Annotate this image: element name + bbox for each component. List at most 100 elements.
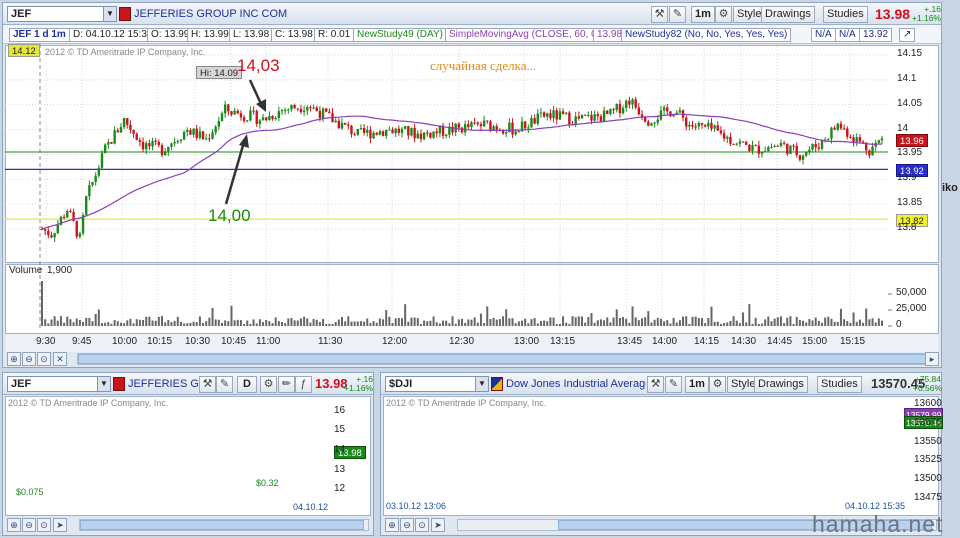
x-tick-label: 13:00 <box>514 336 540 347</box>
zoom-in-icon[interactable]: ⊕ <box>7 352 21 366</box>
bl-date-label: 04.10.12 <box>293 502 329 512</box>
wrench-icon[interactable]: ✎ <box>216 376 233 393</box>
zoom-out-icon[interactable]: ⊖ <box>400 518 414 532</box>
info-period[interactable]: JEF 1 d 1m <box>9 28 70 42</box>
tools-icon[interactable]: ⚒ <box>651 6 668 23</box>
wrench-icon[interactable]: ✎ <box>665 376 682 393</box>
y-tick-label: 14.15 <box>897 47 923 59</box>
volume-value: 1,900 <box>47 265 73 276</box>
bl-price-change: +.16 +1.16% <box>343 374 373 393</box>
br-interval-button[interactable]: 1m <box>685 376 709 393</box>
bl-y-tick-label: 16 <box>334 404 346 416</box>
br-date-right: 04.10.12 15:35 <box>845 501 906 511</box>
wrench-icon[interactable]: ✎ <box>669 6 686 23</box>
info-low: L: 13.98 <box>229 28 274 42</box>
zoom-fit-icon[interactable]: ⊙ <box>37 518 51 532</box>
br-drawings-button[interactable]: Drawings <box>754 376 808 393</box>
tools-icon[interactable]: ⚒ <box>199 376 216 393</box>
x-tick-label: 11:00 <box>256 336 281 347</box>
price-plot-area[interactable] <box>5 45 939 263</box>
zoom-out-icon[interactable]: ⊖ <box>22 352 36 366</box>
bl-y-tick-label: 12 <box>334 483 346 495</box>
x-tick-label: 12:30 <box>449 336 475 347</box>
x-tick-label: 10:30 <box>185 336 211 347</box>
scroll-right-icon[interactable]: ▸ <box>925 352 939 366</box>
chevron-down-icon[interactable]: ▼ <box>475 377 488 391</box>
x-tick-label: 10:00 <box>112 336 138 347</box>
last-price: 13.98 <box>875 6 911 22</box>
br-y-tick-label: 13575 <box>914 417 942 429</box>
x-tick-label: 9:45 <box>72 336 92 347</box>
x-tick-label: 14:30 <box>731 336 757 347</box>
price-change: +.16 +1.16% <box>911 4 941 23</box>
bl-symbol-input[interactable]: JEF ▼ <box>7 376 111 392</box>
link-color-icon[interactable] <box>119 7 131 21</box>
main-scrollbar[interactable] <box>77 353 932 365</box>
zoom-in-icon[interactable]: ⊕ <box>7 518 21 532</box>
tools-icon[interactable]: ⚒ <box>647 376 664 393</box>
study-na-2: N/A <box>835 28 860 42</box>
settings-icon[interactable]: ⚙ <box>709 376 726 393</box>
symbol-input[interactable]: JEF ▼ <box>7 6 117 22</box>
zoom-in-icon[interactable]: ⊕ <box>385 518 399 532</box>
br-symbol-input[interactable]: $DJI ▼ <box>385 376 489 392</box>
br-price-change: +75.84 +0.56% <box>913 374 943 393</box>
br-y-tick-label: 13475 <box>914 491 942 503</box>
x-tick-label: 13:45 <box>617 336 643 347</box>
studies-icon[interactable]: ƒ <box>295 376 312 393</box>
study-na-1: N/A <box>811 28 836 42</box>
study-newstudy82[interactable]: NewStudy82 (No, No, Yes, Yes, Yes) <box>621 28 792 42</box>
zoom-out-icon[interactable]: ⊖ <box>22 518 36 532</box>
x-tick-label: 10:15 <box>147 336 173 347</box>
bl-scroll-thumb[interactable] <box>80 520 364 530</box>
bl-y-tick-label: 15 <box>334 424 346 436</box>
bl-plot-area[interactable] <box>5 396 371 516</box>
annotation-high: 14,03 <box>237 56 280 75</box>
studies-expand-icon[interactable]: ↗ <box>899 28 915 42</box>
link-color-icon[interactable] <box>113 377 125 391</box>
zoom-fit-icon[interactable]: ⊙ <box>415 518 429 532</box>
x-tick-label: 14:15 <box>694 336 720 347</box>
br-y-tick-label: 13500 <box>914 472 942 484</box>
vol-tick-label: 50,000 <box>896 287 927 298</box>
br-plot-area[interactable] <box>383 396 939 516</box>
studies-button[interactable]: Studies <box>823 6 868 23</box>
copyright-watermark: 2012 © TD Ameritrade IP Company, Inc. <box>45 47 206 57</box>
cursor-icon[interactable]: ➤ <box>431 518 445 532</box>
volume-plot-area[interactable] <box>5 264 939 334</box>
link-color-icon[interactable] <box>491 377 503 391</box>
main-scroll-thumb[interactable] <box>78 354 927 364</box>
settings-icon[interactable]: ⚙ <box>715 6 732 23</box>
open-price-tag: 14.12 <box>8 44 40 57</box>
bl-interval-button[interactable]: D <box>237 376 257 393</box>
br-y-tick-label: 13550 <box>914 435 942 447</box>
study-value-2: 13.92 <box>859 28 893 42</box>
info-date: D: 04.10.12 15:33 <box>69 28 157 42</box>
crosshair-icon[interactable]: ✕ <box>53 352 67 366</box>
interval-button[interactable]: 1m <box>691 6 715 23</box>
bl-scrollbar[interactable] <box>79 519 369 531</box>
bl-y-tick-label: 14 <box>334 443 346 455</box>
x-tick-label: 15:00 <box>802 336 828 347</box>
y-tick-label: 13.8 <box>897 222 917 234</box>
x-tick-label: 12:00 <box>382 336 408 347</box>
chevron-down-icon[interactable]: ▼ <box>103 7 116 21</box>
vol-tick-label: 25,000 <box>896 303 927 314</box>
study-sma[interactable]: SimpleMovingAvg (CLOSE, 60, 0) <box>445 28 604 42</box>
zoom-fit-icon[interactable]: ⊙ <box>37 352 51 366</box>
cursor-icon[interactable]: ➤ <box>53 518 67 532</box>
pencil-icon[interactable]: ✏ <box>278 376 295 393</box>
br-company-name: Dow Jones Industrial Average <box>506 378 646 390</box>
y-tick-label: 14.1 <box>897 72 917 84</box>
site-watermark: hamaha.net <box>812 511 944 537</box>
study-daily-levels[interactable]: NewStudy49 (DAY) <box>353 28 447 42</box>
bl-low-label: $0.075 <box>16 487 44 497</box>
chevron-down-icon[interactable]: ▼ <box>97 377 110 391</box>
bl-mid-label: $0.32 <box>256 478 279 488</box>
last-price-tag: 13.96 <box>896 134 928 147</box>
y-tick-label: 13.9 <box>897 172 917 184</box>
x-tick-label: 15:15 <box>840 336 866 347</box>
settings-icon[interactable]: ⚙ <box>260 376 277 393</box>
drawings-button[interactable]: Drawings <box>761 6 815 23</box>
br-studies-button[interactable]: Studies <box>817 376 862 393</box>
